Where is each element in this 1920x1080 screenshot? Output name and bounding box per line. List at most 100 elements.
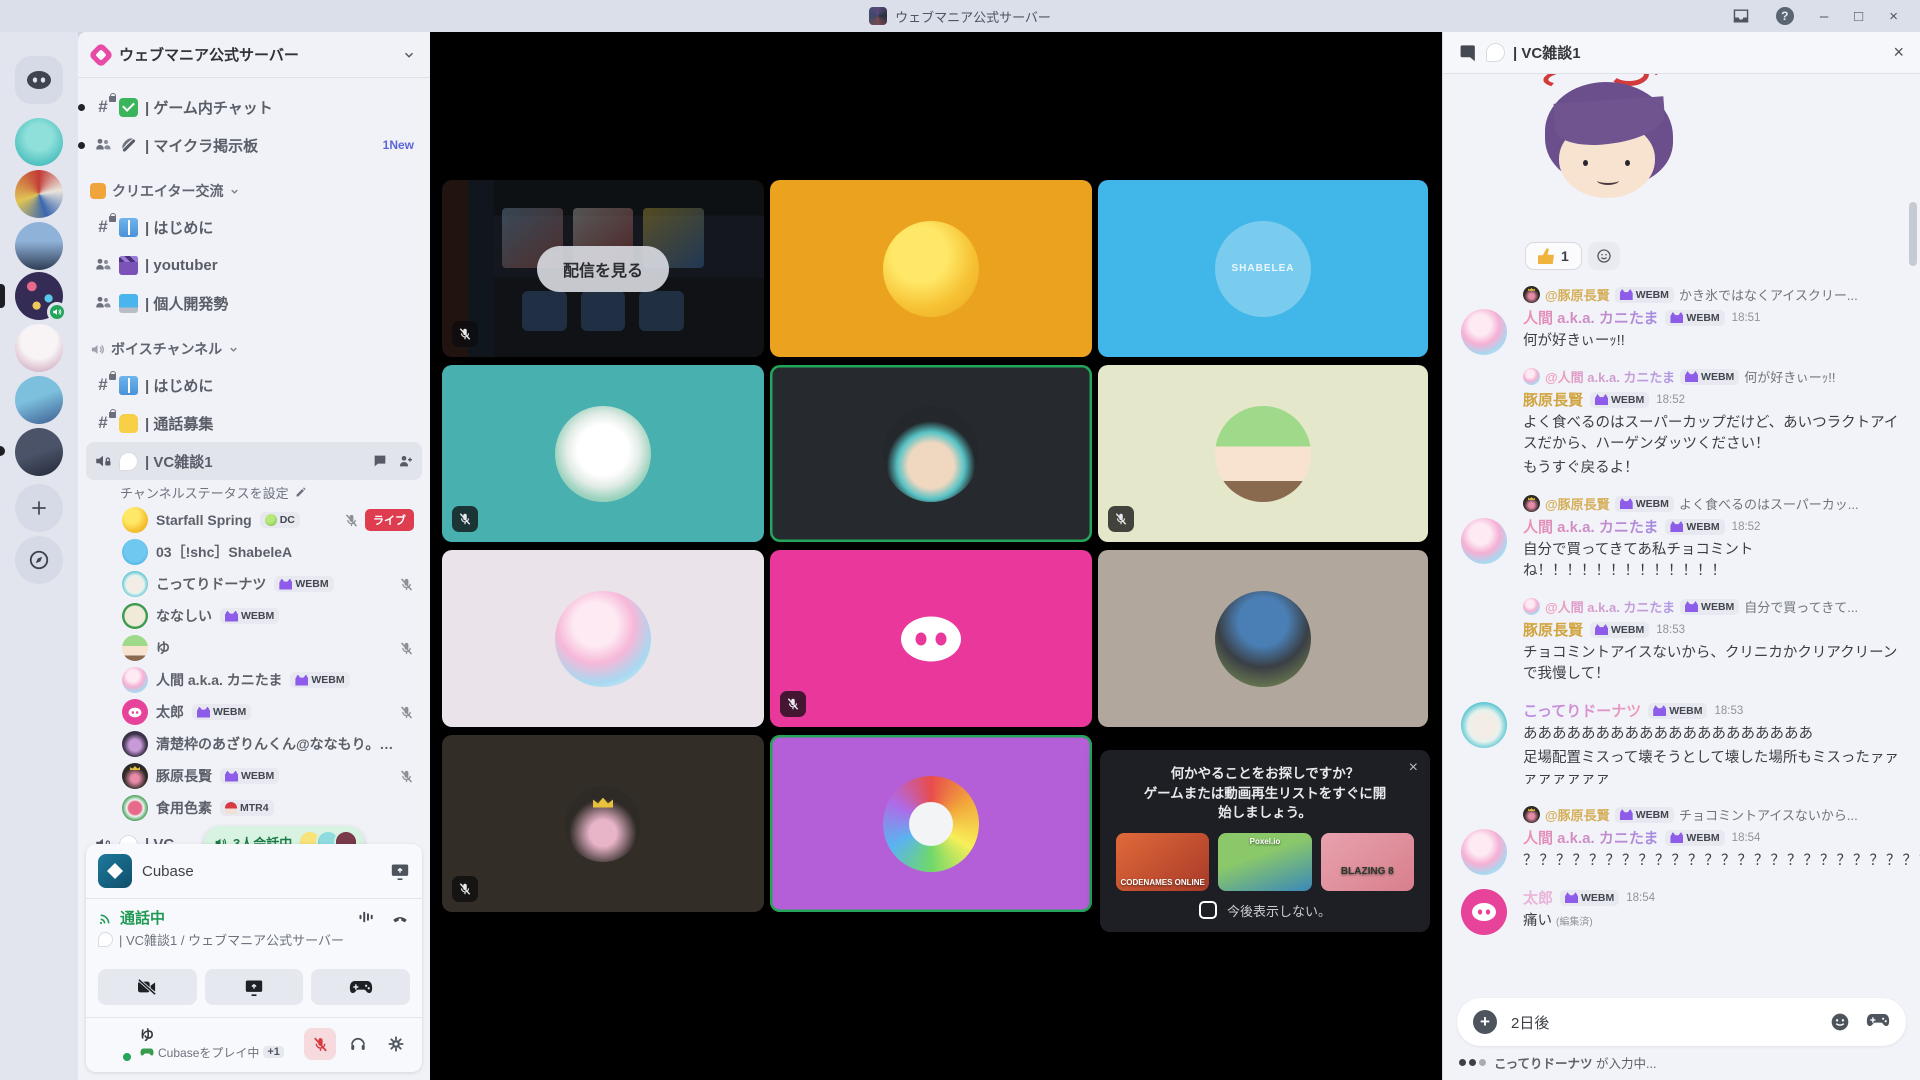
emoji-picker-icon[interactable] <box>1830 1012 1850 1032</box>
voice-member-row[interactable]: ななしい WEBM <box>86 600 422 632</box>
close-button[interactable]: × <box>1889 9 1898 24</box>
server-avatar[interactable] <box>15 428 63 476</box>
message-author[interactable]: 豚原長賢 <box>1523 389 1583 410</box>
avatar[interactable] <box>1461 829 1507 875</box>
server-avatar[interactable] <box>15 222 63 270</box>
voice-member-row[interactable]: ゆ <box>86 632 422 664</box>
screenshare-button[interactable] <box>205 969 304 1005</box>
camera-off-button[interactable] <box>98 969 197 1005</box>
chat-message[interactable]: @豚原長賢 WEBM かき氷ではなくアイスクリー... 人間 a.k.a. カニ… <box>1459 285 1906 352</box>
disconnect-call-icon[interactable] <box>390 909 410 927</box>
server-avatar[interactable] <box>15 118 63 166</box>
invite-member-icon[interactable] <box>398 453 414 469</box>
avatar[interactable] <box>1461 889 1507 935</box>
video-tile[interactable] <box>442 735 764 912</box>
message-list[interactable]: 1 @豚原長賢 WEBM かき氷ではなくアイスクリー... 人間 a.k.a. … <box>1443 74 1920 962</box>
minimize-button[interactable]: – <box>1820 9 1828 24</box>
add-server-button[interactable] <box>15 484 63 532</box>
video-tile-speaking[interactable] <box>770 365 1092 542</box>
chat-message[interactable]: 太郎 WEBM 18:54 痛い (編集済) <box>1459 887 1906 932</box>
maximize-button[interactable]: □ <box>1854 9 1863 24</box>
promo-game-blazing8[interactable]: BLAZING 8 <box>1321 833 1414 891</box>
message-author[interactable]: 人間 a.k.a. カニたま <box>1523 516 1658 537</box>
promo-game-poxel[interactable]: Poxel.io <box>1218 833 1311 891</box>
channel-youtuber[interactable]: | youtuber <box>86 246 422 284</box>
category-voice[interactable]: ボイスチャンネル <box>86 332 422 366</box>
server-header[interactable]: ウェブマニア公式サーバー <box>78 32 430 78</box>
thumbsup-reaction[interactable]: 1 <box>1525 242 1582 270</box>
watch-stream-button[interactable]: 配信を見る <box>537 246 669 292</box>
voice-member-row[interactable]: こってりドーナツ WEBM <box>86 568 422 600</box>
help-icon[interactable]: ? <box>1776 7 1794 25</box>
server-avatar[interactable] <box>15 170 63 218</box>
voice-member-row[interactable]: 豚原長賢 WEBM <box>86 760 422 792</box>
voice-member-row[interactable]: 03［!shc］ShabeleA <box>86 536 422 568</box>
avatar[interactable] <box>1461 309 1507 355</box>
video-tile[interactable] <box>770 550 1092 727</box>
discord-home-button[interactable] <box>15 56 63 104</box>
video-tile[interactable] <box>442 365 764 542</box>
server-avatar[interactable] <box>15 324 63 372</box>
close-chat-icon[interactable]: × <box>1893 42 1904 63</box>
activities-button[interactable] <box>311 969 410 1005</box>
avatar <box>883 406 979 502</box>
channel-call-recruit[interactable]: # | 通話募集 <box>86 404 422 442</box>
add-reaction-button[interactable] <box>1588 242 1620 270</box>
mic-muted-button[interactable] <box>304 1028 336 1060</box>
video-tile[interactable] <box>442 550 764 727</box>
chat-message[interactable]: @人間 a.k.a. カニたま WEBM 何が好きぃーｯ!! 豚原長賢 WEBM… <box>1459 367 1906 479</box>
attach-plus-button[interactable]: + <box>1473 1010 1497 1034</box>
inbox-icon[interactable] <box>1732 8 1750 24</box>
voice-member-row[interactable]: 清楚枠のあざりんくん@ななもり。… <box>86 728 422 760</box>
video-tile[interactable] <box>1098 365 1428 542</box>
activity-card: Cubase <box>86 844 422 899</box>
settings-gear-button[interactable] <box>380 1028 412 1060</box>
video-tile[interactable]: SHABELEA <box>1098 180 1428 357</box>
channel-status-setter[interactable]: チャンネルステータスを設定 <box>86 480 422 504</box>
open-chat-icon[interactable] <box>372 453 388 469</box>
chat-message[interactable]: こってりドーナツ WEBM 18:53 ああああああああああああああああああああ… <box>1459 700 1906 790</box>
video-tile-speaking[interactable] <box>770 735 1092 912</box>
gif-activity-icon[interactable] <box>1866 1012 1890 1032</box>
voice-channel-vc1[interactable]: | VC雑談1 <box>86 442 422 480</box>
channel-minecraft-board[interactable]: | マイクラ掲示板 1New <box>86 126 422 164</box>
channel-hajimeni-2[interactable]: # | はじめに <box>86 366 422 404</box>
deafen-button[interactable] <box>342 1028 374 1060</box>
chat-scrollbar[interactable] <box>1909 202 1917 266</box>
chat-message[interactable]: @人間 a.k.a. カニたま WEBM 自分で買ってきて... 豚原長賢 WE… <box>1459 597 1906 685</box>
channel-hajimeni-1[interactable]: # | はじめに <box>86 208 422 246</box>
channel-game-chat[interactable]: # | ゲーム内チャット <box>86 88 422 126</box>
voice-member-row[interactable]: Starfall Spring DC ライブ <box>86 504 422 536</box>
message-author[interactable]: こってりドーナツ <box>1523 700 1641 721</box>
message-author[interactable]: 人間 a.k.a. カニたま <box>1523 307 1658 328</box>
message-author[interactable]: 太郎 <box>1523 887 1553 908</box>
close-icon[interactable]: × <box>1409 760 1418 776</box>
soundboard-icon[interactable] <box>358 909 376 927</box>
message-author[interactable]: 豚原長賢 <box>1523 619 1583 640</box>
voice-member-row[interactable]: 食用色素 MTR4 <box>86 792 422 824</box>
user-area[interactable]: ゆ Cubaseをプレイ中 +1 <box>86 1018 422 1072</box>
avatar[interactable] <box>1461 518 1507 564</box>
stream-tile[interactable]: 配信を見る <box>442 180 764 357</box>
promo-game-codenames[interactable]: CODENAMES ONLINE <box>1116 833 1209 891</box>
video-tile[interactable] <box>770 180 1092 357</box>
video-tile[interactable] <box>1098 550 1428 727</box>
voice-member-row[interactable]: 人間 a.k.a. カニたま WEBM <box>86 664 422 696</box>
chat-message[interactable]: @豚原長賢 WEBM チョコミントアイスないから... 人間 a.k.a. カニ… <box>1459 805 1906 872</box>
stream-activity-icon[interactable] <box>390 862 410 880</box>
message-author[interactable]: 人間 a.k.a. カニたま <box>1523 827 1658 848</box>
channel-indie-dev[interactable]: | 個人開発勢 <box>86 284 422 322</box>
server-avatar[interactable] <box>15 376 63 424</box>
avatar[interactable] <box>1461 702 1507 748</box>
explore-servers-button[interactable] <box>15 536 63 584</box>
message-input-bar[interactable]: + <box>1457 998 1906 1046</box>
call-location[interactable]: | VC雑談1 / ウェブマニア公式サーバー <box>98 930 410 949</box>
chat-message[interactable]: @豚原長賢 WEBM よく食べるのはスーパーカッ... 人間 a.k.a. カニ… <box>1459 494 1906 582</box>
message-input[interactable] <box>1511 1014 1816 1031</box>
dont-show-again-checkbox[interactable] <box>1199 901 1217 919</box>
sticker-message[interactable] <box>1459 74 1906 240</box>
server-avatar-active-voice[interactable] <box>15 272 63 320</box>
voice-member-row[interactable]: 太郎 WEBM <box>86 696 422 728</box>
category-creator[interactable]: クリエイター交流 <box>86 174 422 208</box>
unread-pip <box>78 142 85 149</box>
